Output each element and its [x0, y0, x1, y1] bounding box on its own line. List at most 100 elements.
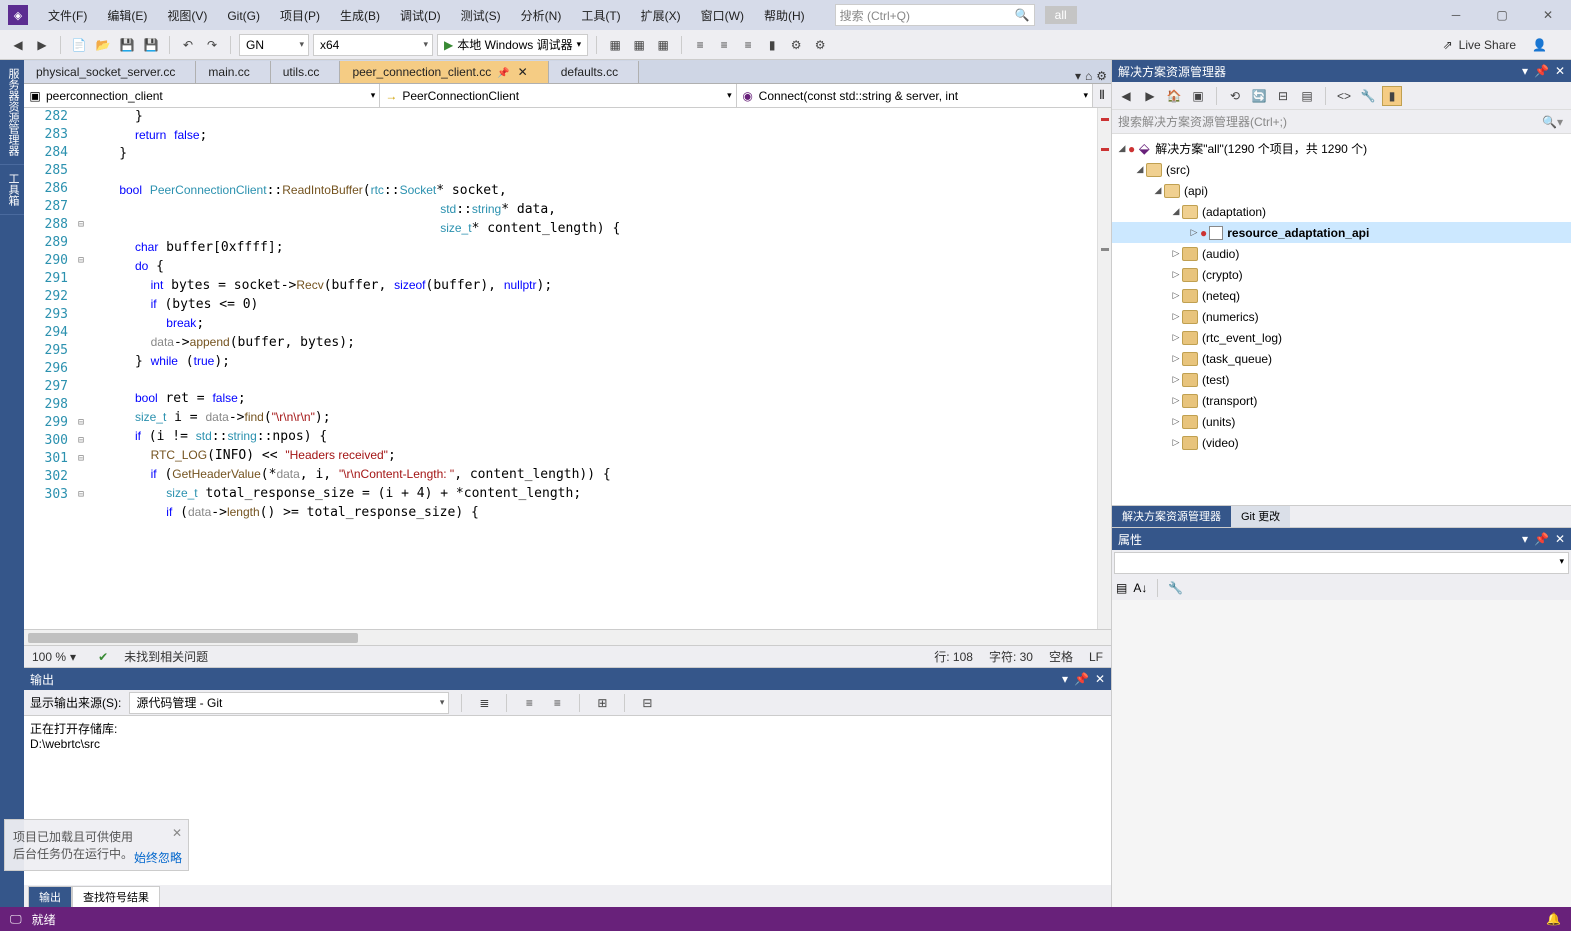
close-button[interactable]: ✕ [1525, 0, 1571, 30]
wrench-icon[interactable]: 🔧 [1358, 86, 1378, 106]
zoom-combo[interactable]: 100 % ▾ [32, 650, 76, 664]
tool-icon-9[interactable]: ⚙ [810, 35, 830, 55]
platform-combo[interactable]: x64 [313, 34, 433, 56]
tree-node[interactable]: ▷(rtc_event_log) [1112, 327, 1571, 348]
nav-member-combo[interactable]: ◉ Connect(const std::string & server, in… [737, 84, 1093, 107]
tree-node[interactable]: ◢●⬙解决方案"all"(1290 个项目，共 1290 个) [1112, 138, 1571, 159]
dropdown-icon[interactable]: ▾ [1522, 532, 1528, 546]
menu-item[interactable]: 项目(P) [270, 5, 330, 27]
tree-node[interactable]: ▷(units) [1112, 411, 1571, 432]
tool-icon-4[interactable]: ≡ [690, 35, 710, 55]
output-source-combo[interactable]: 源代码管理 - Git [129, 692, 449, 714]
tree-node[interactable]: ▷(crypto) [1112, 264, 1571, 285]
overview-ruler[interactable] [1097, 108, 1111, 629]
document-tab[interactable]: defaults.cc [549, 61, 639, 83]
redo-icon[interactable]: ↷ [202, 35, 222, 55]
document-tab[interactable]: main.cc [196, 61, 270, 83]
config-combo[interactable]: GN [239, 34, 309, 56]
pin-icon[interactable]: 📌 [1534, 64, 1549, 78]
properties-grid[interactable] [1112, 600, 1571, 907]
open-icon[interactable]: 📂 [93, 35, 113, 55]
dropdown-icon[interactable]: ▾ [1062, 672, 1068, 686]
tree-node[interactable]: ▷(numerics) [1112, 306, 1571, 327]
tab-gear-icon[interactable]: ⚙ [1096, 69, 1107, 83]
menu-item[interactable]: 编辑(E) [97, 5, 157, 27]
bottom-tab[interactable]: 查找符号结果 [72, 886, 160, 907]
tool-icon-1[interactable]: ▦ [605, 35, 625, 55]
tool-icon-2[interactable]: ▦ [629, 35, 649, 55]
start-debug-button[interactable]: ▶ 本地 Windows 调试器 ▾ [437, 34, 588, 56]
close-icon[interactable]: ✕ [1095, 672, 1105, 686]
menu-item[interactable]: 调试(D) [390, 5, 451, 27]
menu-item[interactable]: 工具(T) [571, 5, 630, 27]
menu-item[interactable]: 分析(N) [511, 5, 572, 27]
next-icon[interactable]: ≡ [547, 693, 567, 713]
document-tab[interactable]: peer_connection_client.cc📌✕ [340, 61, 548, 83]
menu-item[interactable]: 窗口(W) [691, 5, 754, 27]
dropdown-icon[interactable]: ▾ [1522, 64, 1528, 78]
goto-icon[interactable]: ≣ [474, 693, 494, 713]
menu-item[interactable]: 文件(F) [38, 5, 97, 27]
undo-icon[interactable]: ↶ [178, 35, 198, 55]
notif-ignore-link[interactable]: 始终忽略 [134, 849, 182, 866]
solution-tree[interactable]: ◢●⬙解决方案"all"(1290 个项目，共 1290 个)◢(src) ◢(a… [1112, 134, 1571, 505]
tool-icon-7[interactable]: ▮ [762, 35, 782, 55]
nav-project-combo[interactable]: ▣ peerconnection_client [24, 84, 380, 107]
minimize-button[interactable]: ─ [1433, 0, 1479, 30]
tool-icon-6[interactable]: ≡ [738, 35, 758, 55]
fold-gutter[interactable]: ⊟⊟⊟⊟⊟⊟ [74, 108, 88, 629]
home-icon[interactable]: 🏠 [1164, 86, 1184, 106]
nav-back-icon[interactable]: ◀ [8, 35, 28, 55]
menu-item[interactable]: 测试(S) [451, 5, 511, 27]
alpha-icon[interactable]: A↓ [1133, 581, 1147, 595]
all-filter-button[interactable]: all [1045, 6, 1077, 24]
show-all-icon[interactable]: ▤ [1297, 86, 1317, 106]
refresh-icon[interactable]: 🔄 [1249, 86, 1269, 106]
tab-list-icon[interactable]: ▾ [1075, 69, 1081, 83]
nav-fwd-icon[interactable]: ▶ [32, 35, 52, 55]
tool-icon-8[interactable]: ⚙ [786, 35, 806, 55]
menu-item[interactable]: 视图(V) [157, 5, 217, 27]
pin-icon[interactable]: 📌 [1534, 532, 1549, 546]
categorized-icon[interactable]: ▤ [1116, 581, 1127, 595]
tree-node[interactable]: ▷(transport) [1112, 390, 1571, 411]
tree-node[interactable]: ◢(src) [1112, 159, 1571, 180]
quick-search-input[interactable]: 搜索 (Ctrl+Q) 🔍 [835, 4, 1035, 26]
feedback-icon[interactable]: 🖵 [10, 912, 22, 927]
solution-search-input[interactable]: 搜索解决方案资源管理器(Ctrl+;) 🔍▾ [1112, 110, 1571, 134]
menu-item[interactable]: Git(G) [217, 5, 270, 27]
properties-icon[interactable]: ▮ [1382, 86, 1402, 106]
props-wrench-icon[interactable]: 🔧 [1168, 581, 1183, 595]
sync-icon[interactable]: ⟲ [1225, 86, 1245, 106]
collapse-icon[interactable]: ⊟ [1273, 86, 1293, 106]
code-editor[interactable]: 2822832842852862872882892902912922932942… [24, 108, 1111, 629]
back-icon[interactable]: ◀ [1116, 86, 1136, 106]
fwd-icon[interactable]: ▶ [1140, 86, 1160, 106]
notif-close-icon[interactable]: ✕ [172, 826, 182, 840]
props-object-combo[interactable] [1114, 552, 1569, 574]
live-share-button[interactable]: ⇗ Live Share 👤 [1443, 38, 1547, 52]
wrap-icon[interactable]: ⊟ [637, 693, 657, 713]
code-icon[interactable]: <​> [1334, 86, 1354, 106]
tree-node[interactable]: ▷(neteq) [1112, 285, 1571, 306]
tree-node[interactable]: ◢(adaptation) [1112, 201, 1571, 222]
menu-item[interactable]: 生成(B) [330, 5, 390, 27]
pin-icon[interactable]: 📌 [1074, 672, 1089, 686]
tool-icon-3[interactable]: ▦ [653, 35, 673, 55]
tab-home-icon[interactable]: ⌂ [1085, 69, 1092, 83]
tree-node[interactable]: ▷(audio) [1112, 243, 1571, 264]
tool-icon-5[interactable]: ≡ [714, 35, 734, 55]
menu-item[interactable]: 扩展(X) [631, 5, 691, 27]
server-explorer-tab[interactable]: 服务器资源管理器 [0, 60, 24, 165]
new-file-icon[interactable]: 📄 [69, 35, 89, 55]
close-icon[interactable]: ✕ [1555, 64, 1565, 78]
solution-bottom-tab[interactable]: 解决方案资源管理器 [1112, 506, 1231, 527]
tree-node[interactable]: ▷●resource_adaptation_api [1112, 222, 1571, 243]
tree-node[interactable]: ▷(test) [1112, 369, 1571, 390]
document-tab[interactable]: physical_socket_server.cc [24, 61, 196, 83]
nav-class-combo[interactable]: → PeerConnectionClient [380, 84, 736, 107]
prev-icon[interactable]: ≡ [519, 693, 539, 713]
save-all-icon[interactable]: 💾 [141, 35, 161, 55]
maximize-button[interactable]: ▢ [1479, 0, 1525, 30]
close-icon[interactable]: ✕ [1555, 532, 1565, 546]
